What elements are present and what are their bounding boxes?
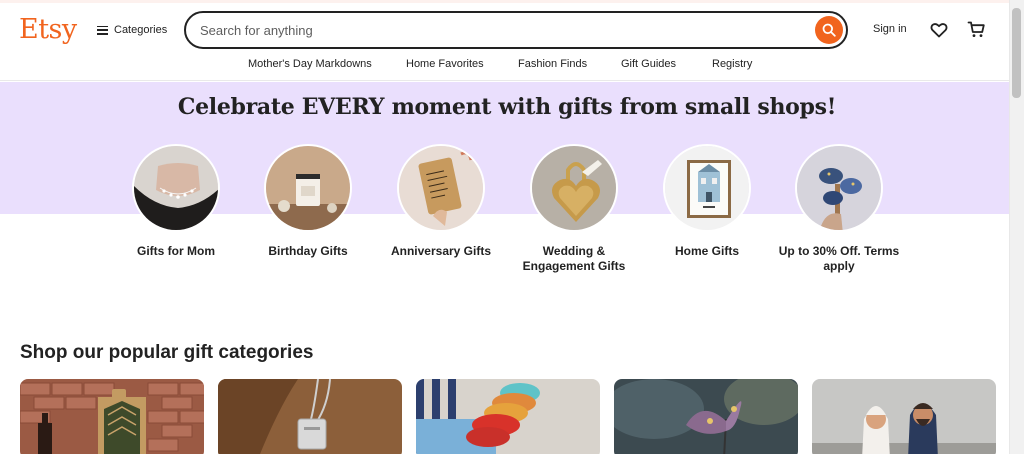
popular-card-ornament[interactable] bbox=[614, 379, 798, 454]
subnav-gift-guides[interactable]: Gift Guides bbox=[621, 58, 676, 70]
birthday-gifts-image bbox=[264, 144, 352, 232]
categories-button[interactable]: Categories bbox=[97, 20, 167, 40]
menu-icon bbox=[97, 25, 108, 35]
gift-category-label: Anniversary Gifts bbox=[390, 244, 492, 258]
home-gifts-image bbox=[663, 144, 751, 232]
popular-card-bracelets[interactable] bbox=[416, 379, 600, 454]
cart-icon[interactable] bbox=[967, 20, 986, 39]
popular-card-figurines[interactable] bbox=[812, 379, 996, 454]
gift-category-label: Gifts for Mom bbox=[137, 244, 215, 258]
site-header: Etsy Categories Sign in Mother's Day Mar… bbox=[0, 3, 1024, 81]
search-input[interactable] bbox=[200, 21, 800, 39]
search-bar bbox=[184, 11, 848, 49]
popular-card-wine-gift[interactable] bbox=[20, 379, 204, 454]
gift-category-label: Up to 30% Off. Terms apply bbox=[778, 244, 900, 273]
gift-category-home[interactable]: Home Gifts bbox=[641, 144, 773, 259]
sub-navigation: Mother's Day Markdowns Home Favorites Fa… bbox=[0, 58, 1024, 72]
scrollbar-thumb[interactable] bbox=[1012, 8, 1021, 98]
gift-category-anniversary[interactable]: Anniversary Gifts bbox=[375, 144, 507, 259]
sign-in-link[interactable]: Sign in bbox=[873, 23, 907, 35]
wine-gift-image bbox=[20, 379, 204, 454]
categories-label: Categories bbox=[114, 24, 168, 36]
heart-icon[interactable] bbox=[930, 21, 948, 39]
subnav-mothers-day[interactable]: Mother's Day Markdowns bbox=[248, 58, 372, 70]
etsy-logo[interactable]: Etsy bbox=[19, 14, 77, 45]
wedding-gifts-image bbox=[530, 144, 618, 232]
bracelets-image bbox=[416, 379, 600, 454]
popular-categories-title: Shop our popular gift categories bbox=[20, 342, 314, 363]
necklace-image bbox=[218, 379, 402, 454]
gift-category-label: Home Gifts bbox=[674, 244, 739, 258]
gift-category-label: Wedding & Engagement Gifts bbox=[522, 244, 626, 273]
gift-category-sale[interactable]: Up to 30% Off. Terms apply bbox=[773, 144, 905, 274]
anniversary-gifts-image bbox=[397, 144, 485, 232]
gift-category-mom[interactable]: Gifts for Mom bbox=[110, 144, 242, 259]
subnav-fashion-finds[interactable]: Fashion Finds bbox=[518, 58, 587, 70]
butterfly-ornament-image bbox=[614, 379, 798, 454]
gift-category-wedding[interactable]: Wedding & Engagement Gifts bbox=[508, 144, 640, 274]
hero-title: Celebrate EVERY moment with gifts from s… bbox=[177, 94, 837, 120]
sale-gifts-image bbox=[795, 144, 883, 232]
gift-category-birthday[interactable]: Birthday Gifts bbox=[242, 144, 374, 259]
subnav-registry[interactable]: Registry bbox=[712, 58, 752, 70]
subnav-home-favorites[interactable]: Home Favorites bbox=[406, 58, 484, 70]
search-button[interactable] bbox=[815, 16, 843, 44]
popular-card-necklace[interactable] bbox=[218, 379, 402, 454]
gift-category-label: Birthday Gifts bbox=[268, 244, 348, 258]
couple-figurines-image bbox=[812, 379, 996, 454]
gifts-for-mom-image bbox=[132, 144, 220, 232]
search-icon bbox=[822, 23, 836, 37]
